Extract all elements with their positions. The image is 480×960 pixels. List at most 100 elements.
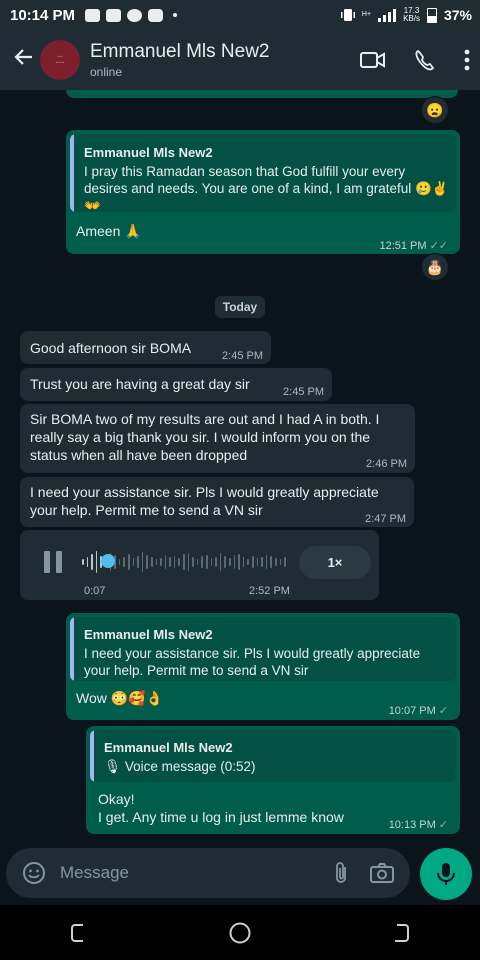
waveform-bar [247,559,249,565]
voice-message-bubble[interactable]: 1× 0:07 2:52 PM [20,530,379,600]
reaction[interactable]: 🎂 [421,253,449,281]
back-nav-icon[interactable] [389,922,411,944]
waveform-bar [206,555,208,569]
waveform-bar [82,559,84,565]
waveform-bar [238,554,240,570]
video-call-icon[interactable] [360,50,386,70]
camera-icon[interactable] [370,863,394,883]
chat-area[interactable]: 😦 Emmanuel Mls New2 I pray this Ramadan … [0,90,480,845]
recent-apps-icon[interactable] [69,922,91,944]
message-bubble-outgoing[interactable]: Emmanuel Mls New2 I pray this Ramadan se… [66,130,460,254]
more-notifications-icon [173,13,178,17]
waveform-bar [274,558,277,566]
message-bubble-incoming[interactable]: I need your assistance sir. Pls I would … [20,477,414,527]
waveform-bar [160,558,162,566]
waveform-bar [242,557,245,567]
quoted-message[interactable]: Emmanuel Mls New2 🎙 Voice message (0:52) [90,730,456,782]
message-bubble-outgoing[interactable]: Emmanuel Mls New2 I need your assistance… [66,613,460,720]
microphone-icon: 🎙 [104,759,125,774]
waveform-bar [150,557,153,567]
home-icon[interactable] [228,921,252,945]
message-time: 2:45 PM [283,386,324,398]
waveform-bar [178,558,181,566]
waveform-bar [187,553,190,571]
vibrate-icon [340,9,355,21]
waveform-bar [146,555,148,569]
network-type: H+ [361,11,372,18]
sent-receipt-icon: ✓ [438,705,448,717]
waveform-bar [265,555,268,569]
waveform-bar [127,554,130,570]
waveform-bar [132,558,135,566]
sent-receipt-icon: ✓ [438,819,448,831]
status-bar: 10:14 PM H+ 17.3 KB/s 37% [0,0,480,30]
waveform-bar [91,554,93,570]
back-arrow-icon[interactable] [6,46,40,75]
message-composer: Message [6,848,410,898]
more-options-icon[interactable] [464,49,470,71]
message-bubble-incoming[interactable]: Sir BOMA two of my results are out and I… [20,404,415,473]
avatar[interactable]: ◦◦◦ ◦◦◦◦◦ [40,40,80,80]
waveform-bar [256,558,259,566]
waveform-bar [118,559,121,565]
waveform-bar [233,555,236,569]
battery-icon [426,7,437,23]
waveform-bar [95,551,98,573]
waveform-bar [86,557,89,567]
time-text: 12:51 PM [379,240,427,252]
pause-icon[interactable] [44,551,62,573]
waveform-bar [192,557,194,567]
message-text: Ameen 🙏 [76,223,142,239]
message-time: 2:45 PM [222,350,263,362]
waveform-bar [279,559,282,565]
quoted-message[interactable]: Emmanuel Mls New2 I pray this Ramadan se… [70,134,456,212]
waveform-bar [251,556,254,568]
waveform-bar [196,559,199,565]
message-time: 10:13 PM ✓ [389,816,448,834]
contact-info[interactable]: Emmanuel Mls New2 online [90,41,270,79]
waveform-bar [155,559,158,565]
quoted-message[interactable]: Emmanuel Mls New2 I need your assistance… [70,617,456,681]
date-chip: Today [215,296,265,318]
quoted-sender: Emmanuel Mls New2 [84,627,213,642]
quoted-text: I need your assistance sir. Pls I would … [84,646,421,678]
voice-record-button[interactable] [420,848,472,900]
quoted-text: I pray this Ramadan season that God fulf… [84,164,449,212]
message-bubble-incoming[interactable]: Good afternoon sir BOMA 2:45 PM [20,331,271,364]
attach-icon[interactable] [334,861,348,885]
waveform-bar [224,556,226,568]
message-bubble-incoming[interactable]: Trust you are having a great day sir 2:4… [20,368,332,401]
playback-speed-button[interactable]: 1× [299,546,371,579]
youtube-icon [148,8,164,22]
message-time: 2:46 PM [366,458,407,470]
contact-status: online [90,65,123,79]
playback-slider[interactable] [101,554,115,568]
notification-icons [85,8,178,22]
news-icon [106,8,122,22]
reaction[interactable]: 😦 [421,96,449,124]
message-text: Good afternoon sir BOMA [30,340,192,356]
battery-percent: 37% [443,7,472,23]
system-nav-bar [0,905,480,960]
network-speed: 17.3 KB/s [403,7,420,23]
quoted-sender: Emmanuel Mls New2 [104,740,233,755]
gallery-icon [85,8,101,22]
waveform-bar [141,552,144,572]
network-speed-unit: KB/s [403,14,420,23]
message-bubble-outgoing[interactable] [66,90,458,98]
waveform-bar [183,554,185,570]
message-text: I need your assistance sir. Pls I would … [30,484,379,518]
read-receipt-icon: ✓✓ [429,240,448,252]
signal-icon [378,8,397,22]
message-time: 10:07 PM ✓ [389,702,448,720]
microphone-icon [437,863,455,885]
quoted-voice: 🎙 Voice message (0:52) [104,758,255,775]
time-text: 10:13 PM [388,819,436,831]
voice-call-icon[interactable] [414,49,436,71]
chat-header: ◦◦◦ ◦◦◦◦◦ Emmanuel Mls New2 online [0,30,480,90]
message-input[interactable]: Message [60,863,334,883]
contact-name: Emmanuel Mls New2 [90,41,270,62]
emoji-icon[interactable] [22,861,46,885]
message-bubble-outgoing[interactable]: Emmanuel Mls New2 🎙 Voice message (0:52)… [86,726,460,834]
waveform-bar [169,557,171,567]
